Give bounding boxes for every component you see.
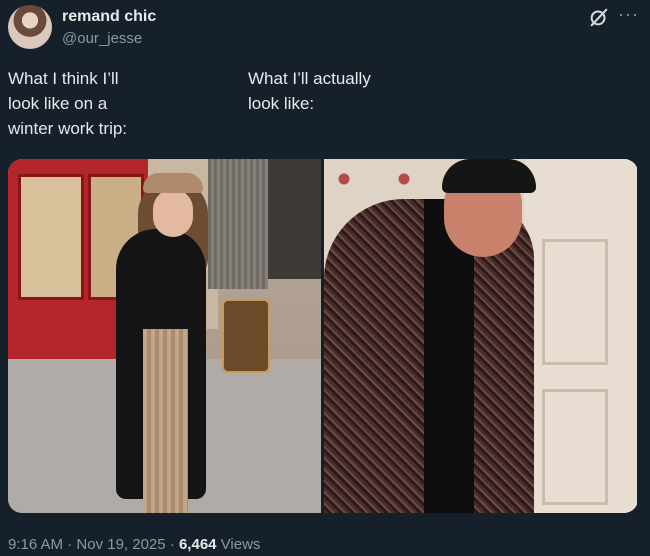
separator: · [63,536,77,553]
left-photo[interactable] [8,159,321,513]
views-count: 6,464 [178,536,217,553]
more-icon[interactable]: ··· [618,4,639,25]
tweet-time[interactable]: 9:16 AM [8,536,63,553]
tweet-date[interactable]: Nov 19, 2025 [76,536,165,553]
woman-face [153,189,193,237]
display-name[interactable]: remand chic [62,8,156,26]
door-panel [542,389,608,505]
plaid-trousers [143,329,188,513]
avatar[interactable] [8,5,52,49]
metal-shutter [208,159,268,289]
grok-icon[interactable] [588,6,610,28]
caption-right: What I’ll actually look like: [248,69,371,113]
right-photo[interactable] [324,159,637,513]
handbag [222,299,270,373]
door-panel [542,239,608,365]
tweet-meta: 9:16 AM · Nov 19, 2025 · 6,464 Views [8,536,260,553]
dark-doorway [268,159,321,279]
separator: · [165,536,179,553]
media-grid [8,159,638,513]
views-label: Views [216,536,261,553]
beret [143,173,203,193]
store-window [18,174,84,300]
man-hat [442,159,536,193]
user-handle[interactable]: @our_jesse [62,30,142,47]
caption-left: What I think I’ll look like on a winter … [8,69,128,138]
